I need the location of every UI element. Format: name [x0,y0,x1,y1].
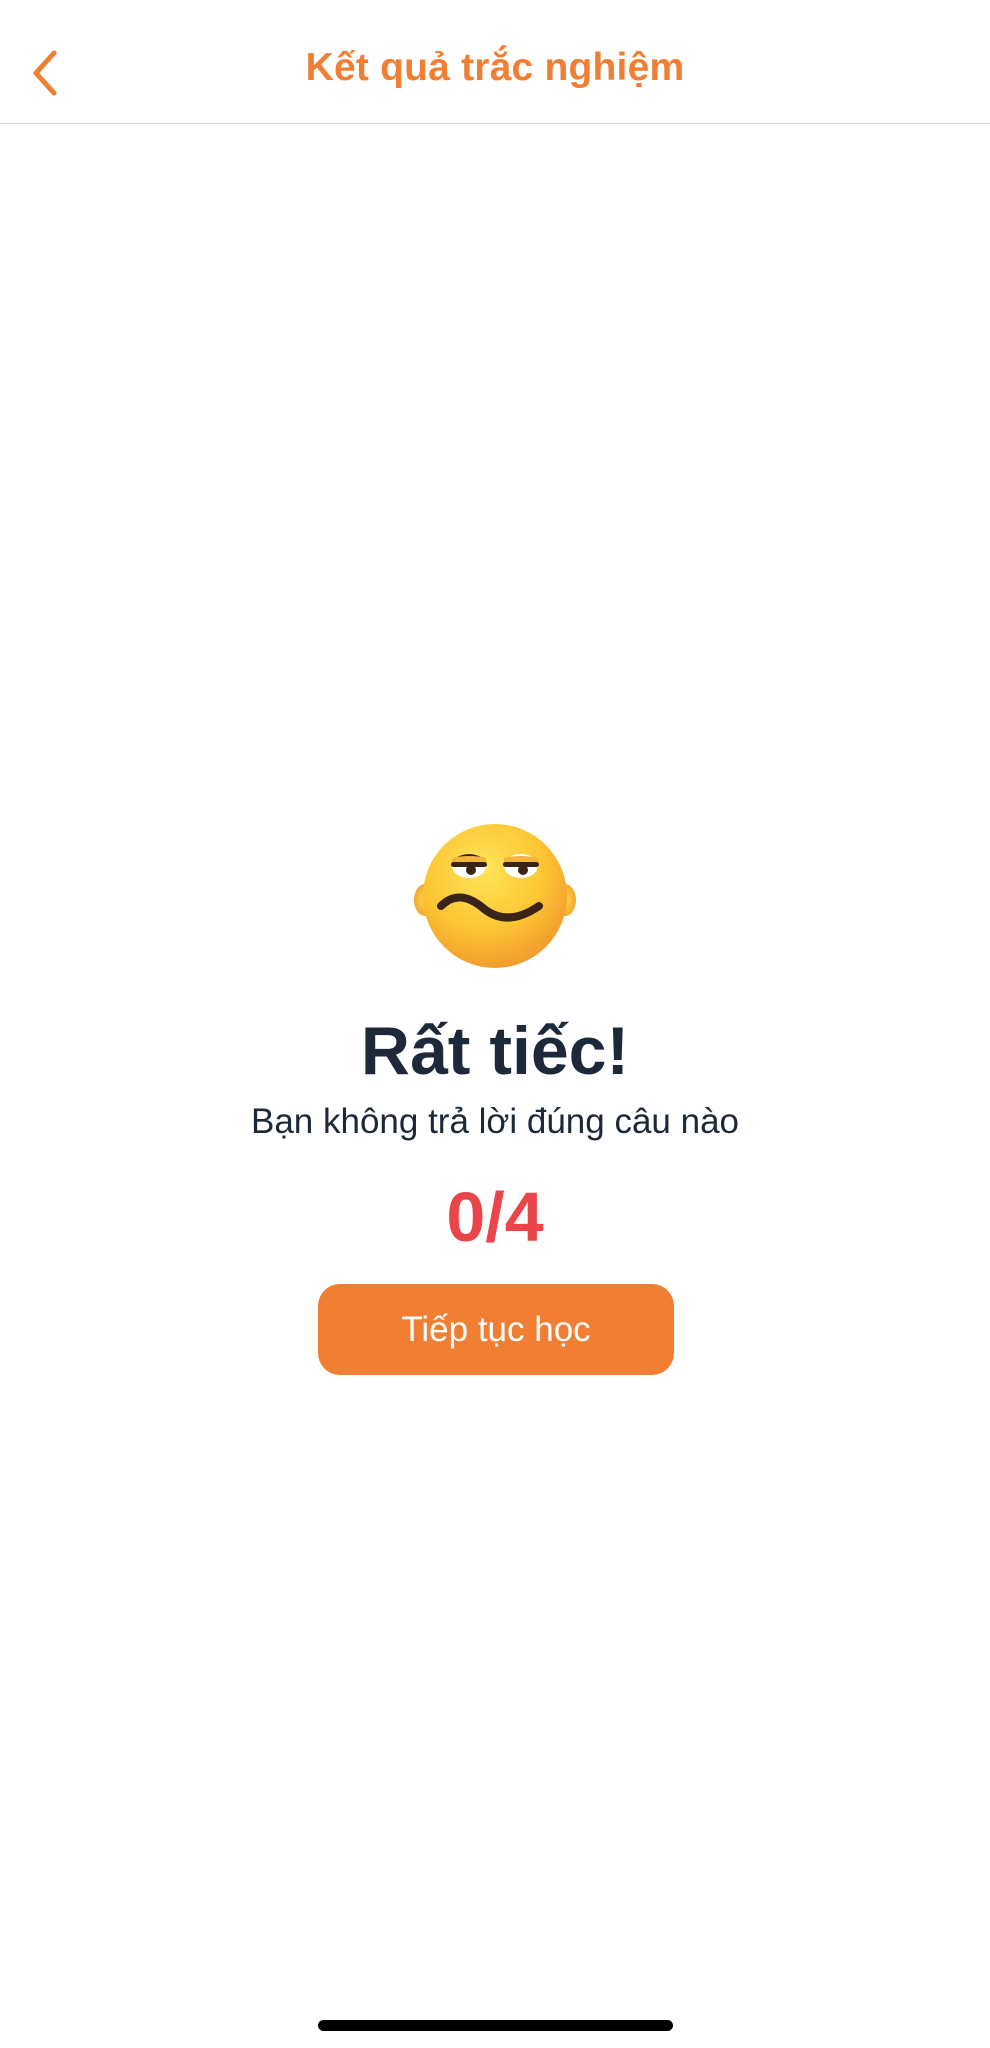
continue-learning-button[interactable]: Tiếp tục học [318,1284,674,1375]
unimpressed-face-icon [413,808,577,978]
top-nav-bar: Kết quả trắc nghiệm [0,0,990,124]
result-heading: Rất tiếc! [360,1013,630,1089]
result-message: Bạn không trả lời đúng câu nào [250,1102,740,1141]
home-indicator[interactable] [318,2020,673,2031]
score-value: 0/4 [446,1178,544,1256]
page-title: Kết quả trắc nghiệm [305,46,685,89]
